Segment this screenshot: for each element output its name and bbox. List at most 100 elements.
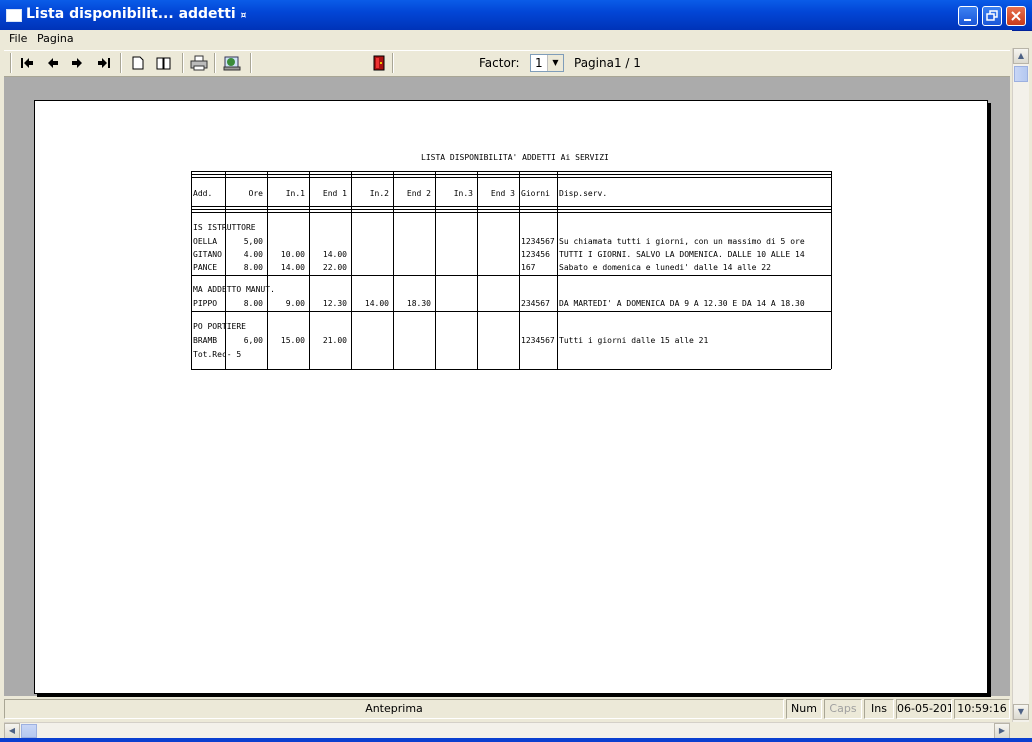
factor-value: 1 xyxy=(535,56,543,70)
table-cell: Su chiamata tutti i giorni, con un massi… xyxy=(559,237,805,246)
table-cell: BRAMB xyxy=(193,336,218,345)
print-button[interactable] xyxy=(188,53,210,73)
table-cell: PANCE xyxy=(193,263,218,272)
scroll-right-button[interactable]: ▶ xyxy=(994,723,1010,739)
window-icon[interactable] xyxy=(6,9,22,22)
status-caps: Caps xyxy=(824,699,862,719)
toolbar-separator xyxy=(10,53,12,73)
table-cell: 1234567 xyxy=(521,336,555,345)
table-cell: 15.00 xyxy=(280,336,305,345)
last-page-button[interactable] xyxy=(93,53,115,73)
column-header: End 2 xyxy=(406,189,431,198)
table-cell: 4.00 xyxy=(243,250,263,259)
table-cell: 18.30 xyxy=(406,299,431,308)
table-cell: 22.00 xyxy=(322,263,347,272)
status-ins: Ins xyxy=(864,699,894,719)
scroll-thumb[interactable] xyxy=(1014,66,1028,82)
factor-label: Factor: xyxy=(479,56,520,70)
preview-area[interactable]: LISTA DISPONIBILITA' ADDETTI Ai SERVIZI … xyxy=(4,77,1010,696)
scroll-up-button[interactable]: ▲ xyxy=(1013,48,1029,64)
menu-pagina[interactable]: Pagina xyxy=(37,32,74,45)
table-hline xyxy=(191,206,831,207)
prev-page-icon xyxy=(48,58,58,68)
table-cell: 8.00 xyxy=(243,299,263,308)
horizontal-scrollbar[interactable]: ◀ ▶ xyxy=(4,722,1010,739)
next-page-button[interactable] xyxy=(66,53,88,73)
menu-bar: File Pagina xyxy=(0,30,1012,48)
toolbar-separator xyxy=(120,53,122,73)
chevron-down-icon[interactable]: ▼ xyxy=(547,55,563,71)
column-header: Ore xyxy=(248,189,263,198)
table-vline xyxy=(435,171,436,369)
status-num: Num xyxy=(786,699,822,719)
close-icon xyxy=(1007,7,1025,25)
first-page-button[interactable] xyxy=(16,53,38,73)
column-header: In.1 xyxy=(285,189,305,198)
table-hline xyxy=(191,171,831,172)
column-header: End 1 xyxy=(322,189,347,198)
report-table: Add. Ore In.1 End 1 In.2 End 2 In.3 End 3 Giorni… xyxy=(191,171,832,371)
table-vline xyxy=(557,171,558,369)
table-hline xyxy=(191,174,831,175)
column-header: In.3 xyxy=(453,189,473,198)
table-vline xyxy=(519,171,520,369)
prev-page-button[interactable] xyxy=(42,53,64,73)
table-hline xyxy=(191,177,831,178)
close-button[interactable] xyxy=(1006,6,1026,26)
minimize-button[interactable] xyxy=(958,6,978,26)
export-button[interactable] xyxy=(221,53,243,73)
table-cell: 5,00 xyxy=(243,237,263,246)
scroll-left-button[interactable]: ◀ xyxy=(4,723,20,739)
last-page-icon xyxy=(98,58,110,68)
group-separator xyxy=(191,311,831,312)
table-hline xyxy=(191,212,831,213)
group-header: PO PORTIERE xyxy=(193,322,246,331)
exit-button[interactable] xyxy=(368,53,390,73)
next-page-icon xyxy=(72,58,82,68)
group-separator xyxy=(191,369,831,370)
first-page-icon xyxy=(21,58,33,68)
two-pages-button[interactable] xyxy=(153,53,175,73)
single-page-icon xyxy=(132,56,144,70)
table-cell: 6,00 xyxy=(243,336,263,345)
menu-file[interactable]: File xyxy=(9,32,27,45)
vertical-scrollbar[interactable]: ▲ ▼ xyxy=(1012,48,1029,722)
column-header: In.2 xyxy=(369,189,389,198)
column-header: Add. xyxy=(193,189,213,198)
table-hline xyxy=(191,209,831,210)
status-time: 10:59:16 xyxy=(954,699,1010,719)
restore-button[interactable] xyxy=(982,6,1002,26)
group-separator xyxy=(191,275,831,276)
table-cell: 123456 xyxy=(521,250,550,259)
total-records: Tot.Rec- 5 xyxy=(193,350,242,359)
table-cell: 8.00 xyxy=(243,263,263,272)
report-title: LISTA DISPONIBILITA' ADDETTI Ai SERVIZI xyxy=(421,153,609,162)
report-page: LISTA DISPONIBILITA' ADDETTI Ai SERVIZI … xyxy=(34,100,988,694)
table-cell: Sabato e domenica e lunedi' dalle 14 all… xyxy=(559,263,771,272)
restore-icon xyxy=(983,7,1001,25)
minimize-icon xyxy=(959,7,977,25)
window-title: Lista disponibilit... addetti ¤ xyxy=(26,6,247,22)
hscroll-thumb[interactable] xyxy=(21,724,37,738)
table-cell: 167 xyxy=(521,263,536,272)
export-icon xyxy=(223,56,241,71)
table-cell: DA MARTEDI' A DOMENICA DA 9 A 12.30 E DA… xyxy=(559,299,805,308)
two-pages-icon xyxy=(156,57,171,70)
single-page-button[interactable] xyxy=(127,53,149,73)
table-cell: PIPPO xyxy=(193,299,218,308)
toolbar-separator xyxy=(392,53,394,73)
table-vline xyxy=(831,171,832,369)
status-bar: Anteprima Num Caps Ins 06-05-2016 10:59:… xyxy=(4,698,1010,720)
toolbar-separator xyxy=(250,53,252,73)
group-header: MA ADDETTO MANUT. xyxy=(193,285,275,294)
factor-select[interactable]: 1 ▼ xyxy=(530,54,564,72)
scroll-down-button[interactable]: ▼ xyxy=(1013,704,1029,720)
table-cell: 14.00 xyxy=(280,263,305,272)
table-cell: OELLA xyxy=(193,237,218,246)
print-icon xyxy=(190,55,208,71)
table-cell: 234567 xyxy=(521,299,550,308)
column-header: Disp.serv. xyxy=(559,189,608,198)
table-cell: GITANO xyxy=(193,250,222,259)
table-vline xyxy=(393,171,394,369)
table-cell: 14.00 xyxy=(322,250,347,259)
